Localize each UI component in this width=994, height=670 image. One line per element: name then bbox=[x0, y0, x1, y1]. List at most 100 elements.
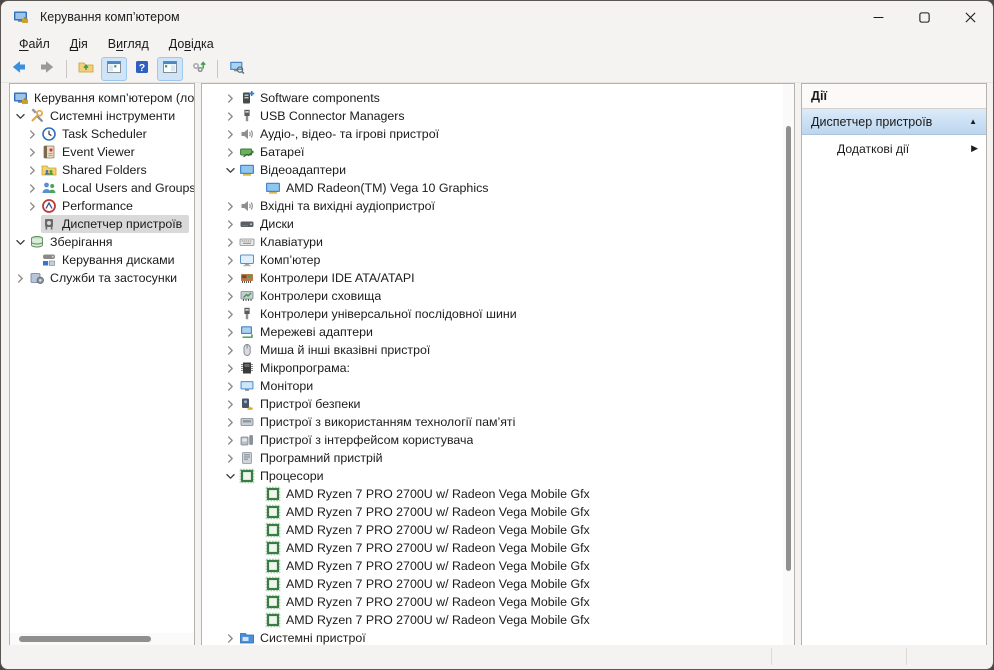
device-tree-item[interactable]: Системні пристрої bbox=[202, 629, 794, 646]
title-bar[interactable]: Керування комп’ютером bbox=[1, 1, 993, 33]
tree-item-content: Керування дисками bbox=[41, 251, 194, 269]
chevron-down-icon[interactable] bbox=[12, 109, 29, 124]
memory-card-icon bbox=[239, 414, 255, 430]
device-tree-item[interactable]: Контролери IDE ATA/ATAPI bbox=[202, 269, 794, 287]
chevron-right-icon[interactable] bbox=[222, 199, 239, 214]
menu-item[interactable]: Файл bbox=[9, 35, 60, 54]
chevron-right-icon[interactable] bbox=[222, 343, 239, 358]
device-tree-item[interactable]: Контролери універсальної послідовної шин… bbox=[202, 305, 794, 323]
device-tree-item[interactable]: AMD Ryzen 7 PRO 2700U w/ Radeon Vega Mob… bbox=[202, 503, 794, 521]
chevron-right-icon[interactable] bbox=[222, 379, 239, 394]
device-tree-item[interactable]: Комп’ютер bbox=[202, 251, 794, 269]
device-tree-item[interactable]: AMD Ryzen 7 PRO 2700U w/ Radeon Vega Mob… bbox=[202, 485, 794, 503]
chevron-right-icon[interactable] bbox=[24, 181, 41, 196]
chevron-down-icon[interactable] bbox=[222, 469, 239, 484]
device-item-label: Системні пристрої bbox=[260, 631, 366, 645]
menu-item[interactable]: Дія bbox=[60, 35, 98, 54]
chevron-right-icon[interactable] bbox=[222, 235, 239, 250]
horizontal-scrollbar[interactable] bbox=[10, 633, 194, 645]
device-tree-item[interactable]: Мережеві адаптери bbox=[202, 323, 794, 341]
device-tree-item[interactable]: Software components bbox=[202, 89, 794, 107]
chevron-right-icon[interactable] bbox=[222, 127, 239, 142]
device-tree-item[interactable]: Аудіо-, відео- та ігрові пристрої bbox=[202, 125, 794, 143]
chevron-down-icon[interactable] bbox=[222, 163, 239, 178]
device-tree-item[interactable]: AMD Ryzen 7 PRO 2700U w/ Radeon Vega Mob… bbox=[202, 539, 794, 557]
chevron-right-icon[interactable] bbox=[222, 415, 239, 430]
console-tree-item[interactable]: Performance bbox=[10, 197, 194, 215]
menu-item[interactable]: Довідка bbox=[159, 35, 224, 54]
chevron-right-icon[interactable] bbox=[222, 451, 239, 466]
console-tree-item[interactable]: Task Scheduler bbox=[10, 125, 194, 143]
update-driver-button[interactable] bbox=[185, 57, 211, 81]
console-tree-item[interactable]: Системні інструменти bbox=[10, 107, 194, 125]
console-tree-item[interactable]: Local Users and Groups bbox=[10, 179, 194, 197]
chevron-right-icon[interactable] bbox=[222, 253, 239, 268]
maximize-button[interactable] bbox=[901, 1, 947, 33]
device-tree-item[interactable]: Монітори bbox=[202, 377, 794, 395]
show-action-pane-button[interactable] bbox=[157, 57, 183, 81]
device-tree-item[interactable]: Батареї bbox=[202, 143, 794, 161]
chevron-right-icon[interactable] bbox=[222, 145, 239, 160]
device-tree-item[interactable]: AMD Ryzen 7 PRO 2700U w/ Radeon Vega Mob… bbox=[202, 611, 794, 629]
chevron-down-icon[interactable] bbox=[12, 235, 29, 250]
chevron-right-icon[interactable] bbox=[222, 361, 239, 376]
chevron-right-icon[interactable] bbox=[222, 325, 239, 340]
device-tree-item[interactable]: Пристрої безпеки bbox=[202, 395, 794, 413]
back-button[interactable] bbox=[6, 57, 32, 81]
actions-section-header[interactable]: Диспетчер пристроїв ▲ bbox=[802, 109, 986, 135]
console-tree-item[interactable]: Зберігання bbox=[10, 233, 194, 251]
scan-hardware-changes-button[interactable] bbox=[224, 57, 250, 81]
device-item-label: Software components bbox=[260, 91, 380, 105]
console-tree-item[interactable]: Диспетчер пристроїв bbox=[10, 215, 194, 233]
chevron-right-icon[interactable] bbox=[222, 433, 239, 448]
device-tree-item[interactable]: AMD Ryzen 7 PRO 2700U w/ Radeon Vega Mob… bbox=[202, 575, 794, 593]
device-tree-item[interactable]: Диски bbox=[202, 215, 794, 233]
device-tree-item[interactable]: Процесори bbox=[202, 467, 794, 485]
device-tree-item[interactable]: USB Connector Managers bbox=[202, 107, 794, 125]
chevron-right-icon[interactable] bbox=[24, 199, 41, 214]
console-tree-item[interactable]: Event Viewer bbox=[10, 143, 194, 161]
vertical-scrollbar[interactable] bbox=[783, 84, 794, 645]
device-tree-item[interactable]: AMD Ryzen 7 PRO 2700U w/ Radeon Vega Mob… bbox=[202, 521, 794, 539]
chevron-right-icon[interactable] bbox=[222, 91, 239, 106]
chevron-right-icon[interactable] bbox=[24, 163, 41, 178]
up-one-level-button[interactable] bbox=[73, 57, 99, 81]
device-tree-item[interactable]: Пристрої з інтерфейсом користувача bbox=[202, 431, 794, 449]
console-tree-item[interactable]: Керування дисками bbox=[10, 251, 194, 269]
console-tree-item[interactable]: Керування комп’ютером (лока bbox=[10, 89, 194, 107]
show-console-tree-button[interactable] bbox=[101, 57, 127, 81]
chevron-right-icon[interactable] bbox=[222, 271, 239, 286]
chevron-right-icon[interactable] bbox=[222, 289, 239, 304]
device-tree-item[interactable]: Вхідні та вихідні аудіопристрої bbox=[202, 197, 794, 215]
device-tree-item[interactable]: Відеоадаптери bbox=[202, 161, 794, 179]
device-tree-item[interactable]: Контролери сховища bbox=[202, 287, 794, 305]
chevron-up-triangle-icon[interactable]: ▲ bbox=[969, 118, 977, 126]
device-tree-item[interactable]: Програмний пристрій bbox=[202, 449, 794, 467]
vertical-scrollbar-thumb[interactable] bbox=[786, 126, 791, 571]
chevron-right-icon[interactable] bbox=[12, 271, 29, 286]
device-tree-item[interactable]: Мікропрограма: bbox=[202, 359, 794, 377]
device-tree-item[interactable]: AMD Radeon(TM) Vega 10 Graphics bbox=[202, 179, 794, 197]
chevron-right-icon[interactable] bbox=[222, 307, 239, 322]
device-tree-item[interactable]: AMD Ryzen 7 PRO 2700U w/ Radeon Vega Mob… bbox=[202, 593, 794, 611]
horizontal-scrollbar-thumb[interactable] bbox=[19, 636, 151, 642]
chevron-right-icon[interactable] bbox=[222, 109, 239, 124]
device-item-label: Пристрої з інтерфейсом користувача bbox=[260, 433, 473, 447]
chevron-right-icon[interactable] bbox=[222, 397, 239, 412]
actions-item-additional-actions[interactable]: Додаткові дії ▶ bbox=[802, 135, 986, 162]
console-tree-item[interactable]: Shared Folders bbox=[10, 161, 194, 179]
chevron-right-icon[interactable] bbox=[24, 127, 41, 142]
console-tree-item[interactable]: Служби та застосунки bbox=[10, 269, 194, 287]
device-tree-item[interactable]: Пристрої з використанням технології пам’… bbox=[202, 413, 794, 431]
device-tree-item[interactable]: AMD Ryzen 7 PRO 2700U w/ Radeon Vega Mob… bbox=[202, 557, 794, 575]
menu-item[interactable]: Вигляд bbox=[98, 35, 159, 54]
chevron-right-icon[interactable] bbox=[24, 145, 41, 160]
chevron-right-icon[interactable] bbox=[222, 631, 239, 646]
device-tree-item[interactable]: Миша й інші вказівні пристрої bbox=[202, 341, 794, 359]
help-button[interactable]: ? bbox=[129, 57, 155, 81]
minimize-button[interactable] bbox=[855, 1, 901, 33]
forward-button[interactable] bbox=[34, 57, 60, 81]
chevron-right-icon[interactable] bbox=[222, 217, 239, 232]
close-button[interactable] bbox=[947, 1, 993, 33]
device-tree-item[interactable]: Клавіатури bbox=[202, 233, 794, 251]
